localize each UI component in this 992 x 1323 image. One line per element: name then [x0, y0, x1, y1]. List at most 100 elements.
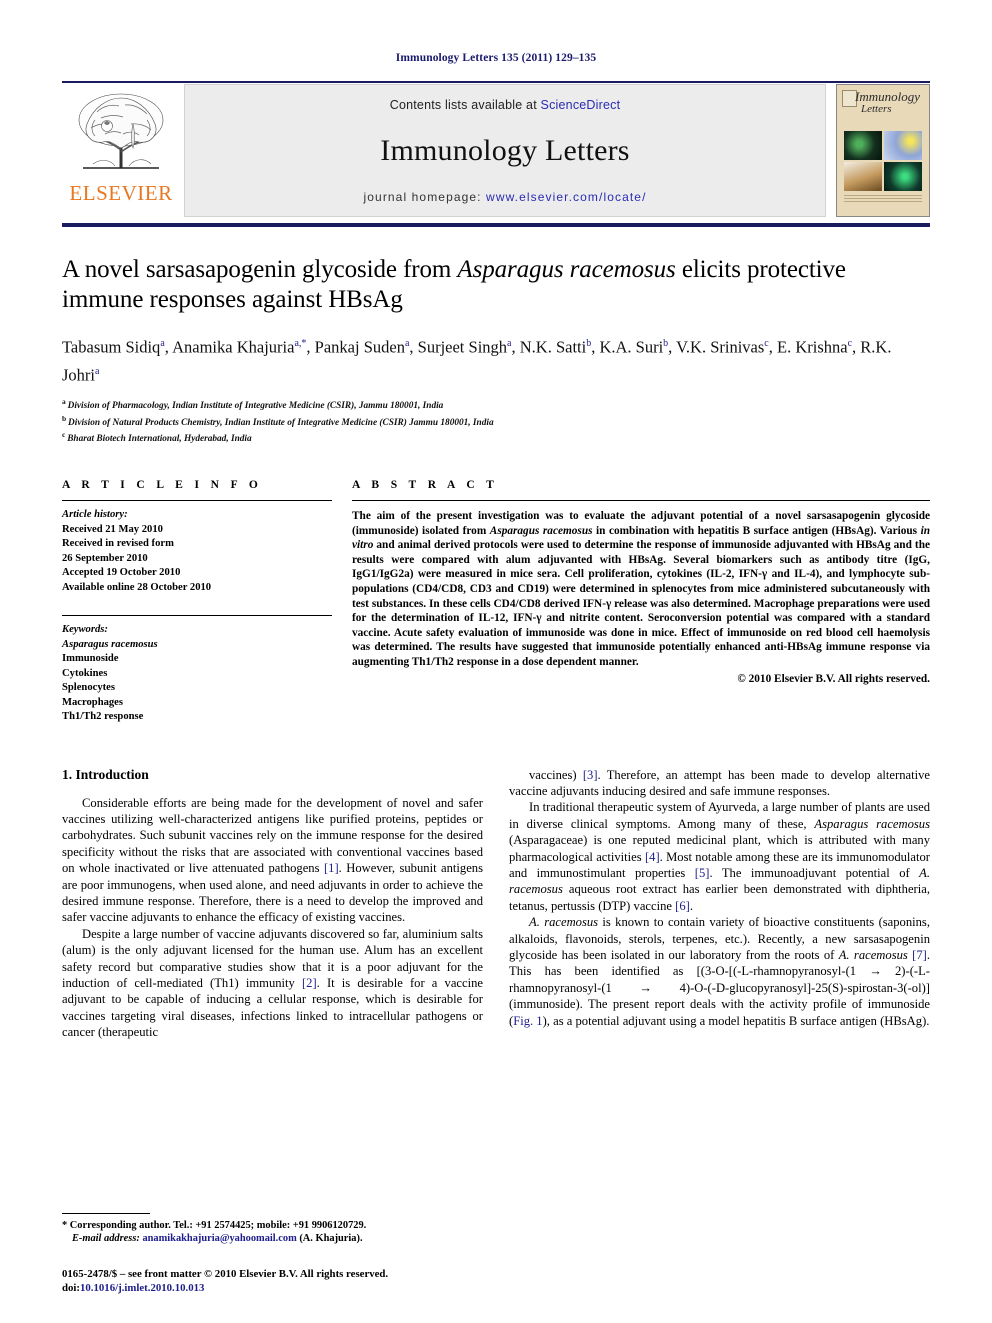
author-affiliation-marker: b [586, 338, 592, 349]
abstract-text: The aim of the present investigation was… [352, 509, 930, 670]
affiliation-list: a Division of Pharmacology, Indian Insti… [62, 396, 930, 446]
paragraph-text: . The immunoadjuvant potential of [709, 866, 920, 880]
cover-header: Immunology Letters [837, 85, 929, 131]
body-paragraph: Despite a large number of vaccine adjuva… [62, 926, 483, 1041]
article-history-item: Received in revised form [62, 538, 174, 550]
title-species-italic: Asparagus racemosus [457, 256, 676, 283]
citation-link[interactable]: [1] [324, 861, 339, 875]
author-affiliation-marker: a [95, 365, 100, 377]
doi-label: doi: [62, 1282, 80, 1294]
paragraph-text: vaccines) [529, 767, 583, 782]
body-paragraph: In traditional therapeutic system of Ayu… [509, 799, 930, 914]
elsevier-logo: ELSEVIER [62, 84, 180, 217]
author-affiliation-marker: a [404, 338, 410, 349]
citation-link[interactable]: [3] [583, 768, 598, 782]
affiliation-item: a Division of Pharmacology, Indian Insti… [62, 396, 930, 413]
paragraph-text: aqueous root extract has earlier been de… [509, 882, 930, 913]
doi-line: doi:10.1016/j.imlet.2010.10.013 [62, 1281, 492, 1295]
citation-link[interactable]: [5] [695, 866, 710, 880]
article-history-item: Received 21 May 2010 [62, 523, 163, 535]
cover-micrograph-3 [844, 162, 882, 191]
citation-link[interactable]: [6] [675, 899, 690, 913]
body-paragraph: A. racemosus is known to contain variety… [509, 914, 930, 1029]
title-block: A novel sarsasapogenin glycoside from As… [62, 255, 930, 446]
article-history-label: Article history: [62, 509, 128, 521]
info-abstract-row: A R T I C L E I N F O Article history: R… [62, 479, 930, 725]
email-label: E-mail address: [72, 1233, 140, 1245]
body-columns: 1. Introduction Considerable efforts are… [62, 767, 930, 1041]
keyword-lines: Asparagus racemosus Immunoside Cytokines Sp… [62, 638, 332, 725]
author-affiliation-marker: c [764, 338, 769, 349]
abstract-segment: in combination with hepatitis B surface … [592, 524, 921, 537]
keywords-block: Keywords: Asparagus racemosus Immunoside C… [62, 623, 332, 725]
author-name: Tabasum Sidiq [62, 337, 161, 357]
body-paragraph: vaccines) [3]. Therefore, an attempt has… [509, 767, 930, 800]
author-affiliation-marker: a [507, 338, 512, 349]
contents-available-line: Contents lists available at ScienceDirec… [390, 98, 621, 112]
italic-term: A. racemosus [529, 915, 599, 930]
running-head: Immunology Letters 135 (2011) 129–135 [395, 52, 597, 64]
masthead-top-rule [62, 81, 930, 83]
article-history-item: Available online 28 October 2010 [62, 581, 212, 593]
intro-right-paragraphs: vaccines) [3]. Therefore, an attempt has… [509, 767, 930, 1030]
journal-cover-thumbnail: Immunology Letters [836, 84, 930, 217]
homepage-url-link[interactable]: www.elsevier.com/locate/ [486, 190, 646, 204]
article-info-heading: A R T I C L E I N F O [62, 479, 263, 492]
italic-term: A. racemosus [838, 948, 908, 963]
homepage-prefix: journal homepage: [363, 190, 487, 204]
email-address-link[interactable]: anamikakhajuria@yahoomail.com [142, 1233, 296, 1244]
italic-term: Asparagus racemosus [814, 816, 930, 831]
cover-title-line1: Immunology [855, 89, 920, 104]
abstract-heading: A B S T R A C T [352, 479, 499, 492]
paragraph-text: ), as a potential adjuvant using a model… [542, 1013, 930, 1028]
cover-journal-title: Immunology Letters [855, 89, 920, 115]
smallcaps-term: D [715, 980, 726, 995]
paragraph-text: . [689, 898, 693, 913]
author-affiliation-marker: a [160, 338, 165, 349]
doi-link[interactable]: 10.1016/j.imlet.2010.10.013 [80, 1282, 204, 1294]
citation-link[interactable]: Fig. 1 [513, 1014, 542, 1028]
author-name: K.A. Suri [599, 337, 664, 357]
body-paragraph: Considerable efforts are being made for … [62, 795, 483, 926]
body-column-right: vaccines) [3]. Therefore, an attempt has… [509, 767, 930, 1041]
citation-link[interactable]: [4] [645, 850, 660, 864]
article-history-item: Accepted 19 October 2010 [62, 567, 181, 579]
affiliation-text: Division of Natural Products Chemistry, … [68, 417, 494, 428]
smallcaps-term: L [741, 964, 750, 979]
abstract-copyright: © 2010 Elsevier B.V. All rights reserved… [737, 672, 930, 685]
elsevier-tree-icon [78, 93, 164, 169]
footnote-area: * Corresponding author. Tel.: +91 257442… [62, 1212, 492, 1295]
masthead-center: Contents lists available at ScienceDirec… [184, 84, 826, 217]
footnote-divider [62, 1212, 150, 1214]
affiliation-item: b Division of Natural Products Chemistry… [62, 413, 930, 430]
title-part-1: A novel sarsasapogenin glycoside from [62, 256, 458, 283]
article-history-lines: Received 21 May 2010 Received in revised … [62, 523, 332, 596]
imprint-line: 0165-2478/$ – see front matter © 2010 El… [62, 1268, 389, 1280]
smallcaps-term: L [918, 964, 926, 979]
author-name: Anamika Khajuria [172, 337, 295, 357]
corresponding-text: Corresponding author. Tel.: +91 2574425;… [67, 1219, 367, 1231]
author-name: Pankaj Suden [314, 337, 405, 357]
abstract-segment: and animal derived protocols were used t… [352, 539, 930, 668]
author-name: N.K. Satti [519, 337, 587, 357]
cover-footer [844, 195, 922, 209]
article-info-column: A R T I C L E I N F O Article history: R… [62, 479, 332, 725]
corresponding-author-note: * Corresponding author. Tel.: +91 257442… [62, 1219, 492, 1233]
citation-link[interactable]: [7] [912, 948, 927, 962]
article-history-item: 26 September 2010 [62, 552, 148, 564]
section-heading-introduction: 1. Introduction [62, 766, 149, 782]
email-suffix: (A. Khajuria). [296, 1233, 363, 1245]
cover-micrograph-4 [884, 162, 922, 191]
citation-link[interactable]: [2] [302, 976, 317, 990]
sciencedirect-link[interactable]: ScienceDirect [541, 98, 621, 112]
author-affiliation-marker: b [663, 338, 669, 349]
intro-left-paragraphs: Considerable efforts are being made for … [62, 795, 483, 1041]
keyword-item: Immunoside [62, 653, 119, 665]
article-info-rule [62, 500, 332, 502]
author-affiliation-marker: a,* [294, 338, 307, 349]
cover-title-line2: Letters [861, 103, 892, 115]
keywords-label: Keywords: [62, 624, 108, 636]
email-note: E-mail address: anamikakhajuria@yahoomai… [62, 1232, 492, 1246]
keywords-rule [62, 615, 332, 617]
author-name: E. Krishna [777, 337, 848, 357]
